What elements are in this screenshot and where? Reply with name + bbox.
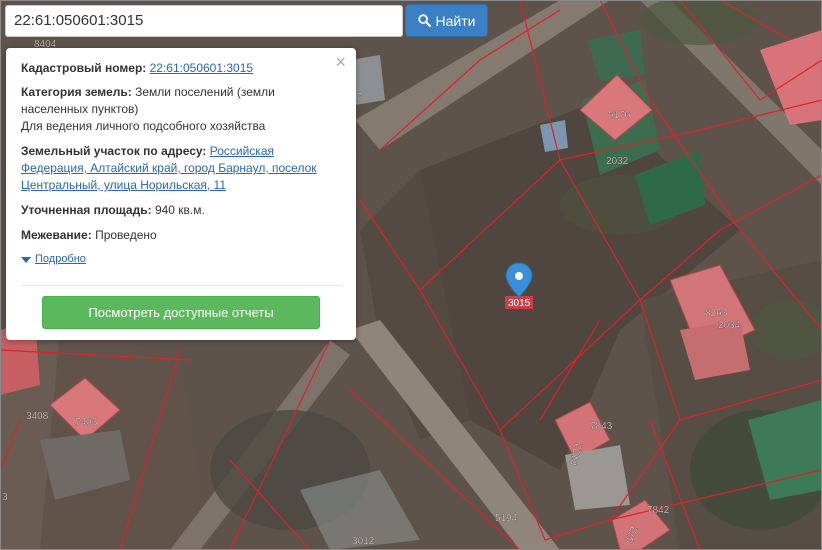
parcel-label-5194[interactable]: 5194 xyxy=(495,513,518,524)
area-label: Уточненная площадь: xyxy=(21,203,152,217)
selected-parcel-label[interactable]: 3015 xyxy=(508,298,531,309)
parcel-label-7843[interactable]: 7843 xyxy=(590,421,613,432)
address-row: Земельный участок по адресу: Российская … xyxy=(21,143,342,194)
parcel-label-3[interactable]: 3 xyxy=(2,492,8,503)
area-value: 940 кв.м. xyxy=(154,203,205,217)
parcel-label-2034[interactable]: 2034 xyxy=(718,320,741,331)
divider xyxy=(21,285,342,286)
cadastral-label: Кадастровый номер: xyxy=(21,61,147,75)
cadastral-link[interactable]: 22:61:050601:3015 xyxy=(150,61,253,75)
parcel-label-6176[interactable]: 6176 xyxy=(608,110,631,121)
address-label: Земельный участок по адресу: xyxy=(21,144,207,158)
parcel-label-3012[interactable]: 3012 xyxy=(352,536,375,547)
details-link[interactable]: Подробно xyxy=(21,251,342,268)
view-reports-button[interactable]: Посмотреть доступные отчеты xyxy=(42,296,320,329)
details-link-label: Подробно xyxy=(35,253,86,265)
search-button-label: Найти xyxy=(435,12,476,29)
parcel-label-7842[interactable]: 7842 xyxy=(647,505,670,516)
search-icon xyxy=(417,14,431,27)
search-button[interactable]: Найти xyxy=(405,4,488,37)
close-icon[interactable]: × xyxy=(335,53,346,71)
survey-row: Межевание: Проведено xyxy=(21,227,342,244)
survey-label: Межевание: xyxy=(21,228,92,242)
parcel-info-popup: × Кадастровый номер: 22:61:050601:3015 К… xyxy=(6,48,356,340)
chevron-down-icon xyxy=(21,256,31,263)
category-value: Земли поселений (земли xyxy=(135,85,275,99)
area-row: Уточненная площадь: 940 кв.м. xyxy=(21,202,342,219)
parcel-label-7[interactable]: 7 xyxy=(356,92,362,103)
cadastral-row: Кадастровый номер: 22:61:050601:3015 xyxy=(21,60,342,77)
parcel-label-3408[interactable]: 3408 xyxy=(26,411,49,422)
parcel-label-7403[interactable]: 7403 xyxy=(75,417,98,428)
category-row: Категория земель: Земли поселений (земли… xyxy=(21,84,342,135)
category-value-line2: населенных пунктов) xyxy=(21,102,139,116)
parcel-label-2032[interactable]: 2032 xyxy=(606,156,629,167)
parcel-label-8263[interactable]: 8263 xyxy=(705,308,728,319)
permitted-use-value: Для ведения личного подсобного хозяйства xyxy=(21,119,266,133)
survey-value: Проведено xyxy=(95,228,157,242)
search-input[interactable]: 22:61:050601:3015 xyxy=(5,5,403,37)
category-label: Категория земель: xyxy=(21,85,132,99)
